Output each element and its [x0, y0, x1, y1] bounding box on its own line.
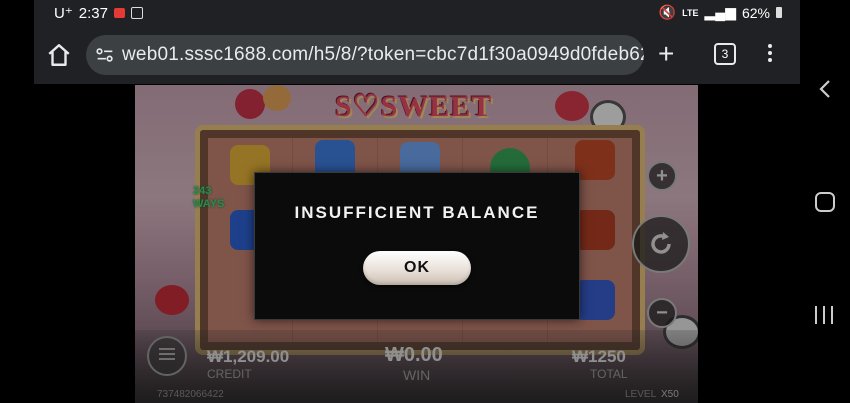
nav-back-icon[interactable]: [816, 78, 834, 100]
home-icon[interactable]: [46, 42, 72, 68]
status-left: U⁺ 2:37: [54, 4, 143, 22]
status-bar: U⁺ 2:37 🔇 LTE ▂▄▆ 62%: [34, 0, 800, 26]
game-area[interactable]: S♡SWEET 243 WAYS + − ₩1,209.00 CREDIT ₩0…: [135, 85, 698, 403]
new-tab-button[interactable]: +: [658, 40, 674, 68]
nav-home-icon[interactable]: [815, 192, 835, 212]
insufficient-balance-dialog: INSUFFICIENT BALANCE OK: [254, 172, 580, 320]
dialog-message: INSUFFICIENT BALANCE: [294, 203, 540, 222]
ok-button[interactable]: OK: [363, 251, 471, 285]
network-type: LTE: [682, 7, 699, 18]
address-bar[interactable]: web01.sssc1688.com/h5/8/?token=cbc7d1f30…: [86, 35, 644, 75]
signal-icon: ▂▄▆: [704, 4, 736, 20]
nav-recents-icon[interactable]: [815, 306, 833, 324]
battery-icon: [776, 7, 782, 18]
url-text: web01.sssc1688.com/h5/8/?token=cbc7d1f30…: [122, 44, 644, 65]
site-settings-icon[interactable]: [94, 44, 116, 66]
battery-percent: 62%: [741, 4, 770, 21]
browser-toolbar: web01.sssc1688.com/h5/8/?token=cbc7d1f30…: [34, 26, 800, 84]
mute-icon: 🔇: [658, 4, 677, 20]
lock-icon: [130, 7, 143, 19]
carrier-indicator: U⁺: [54, 5, 73, 22]
more-menu-icon[interactable]: [767, 42, 773, 64]
notification-icon: [113, 8, 125, 18]
status-right: 🔇 LTE ▂▄▆ 62%: [659, 4, 782, 21]
tab-switcher-button[interactable]: 3: [714, 43, 736, 65]
clock: 2:37: [78, 4, 108, 22]
